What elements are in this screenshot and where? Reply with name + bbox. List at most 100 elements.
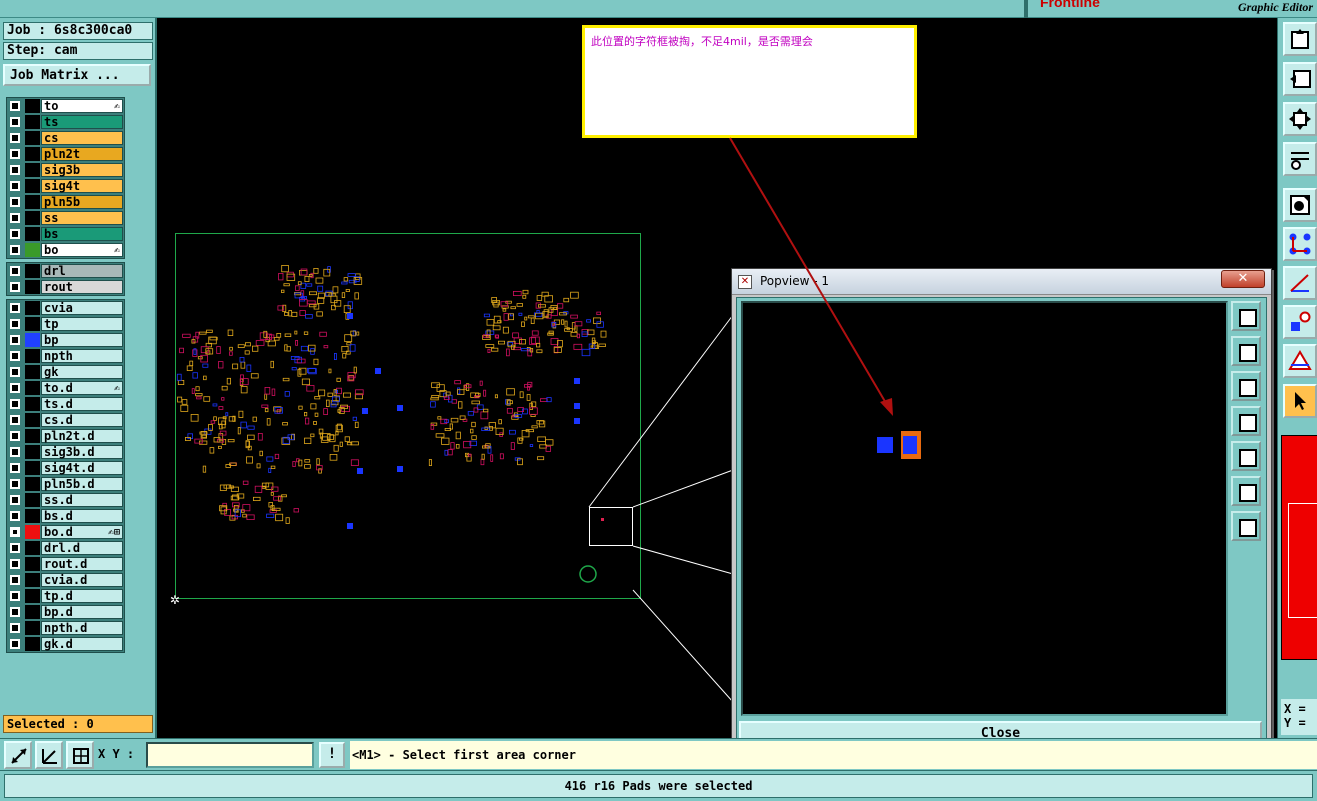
layer-checkbox[interactable]: [10, 197, 20, 207]
layer-name[interactable]: cs: [41, 131, 123, 145]
layer-name[interactable]: ss.d: [41, 493, 123, 507]
drc-check-icon[interactable]: [1283, 344, 1317, 378]
layer-checkbox[interactable]: [10, 149, 20, 159]
layer-name[interactable]: sig4t: [41, 179, 123, 193]
popview-zoom-out-icon[interactable]: [1231, 476, 1261, 506]
add-feature-icon[interactable]: [1283, 188, 1317, 222]
layer-color-swatch[interactable]: [25, 99, 40, 113]
layer-name[interactable]: bo.d ✍⊞: [41, 525, 123, 539]
layer-checkbox[interactable]: [10, 133, 20, 143]
layer-checkbox[interactable]: [10, 559, 20, 569]
layer-color-swatch[interactable]: [25, 264, 40, 278]
layer-color-swatch[interactable]: [25, 493, 40, 507]
pad-snap-icon[interactable]: [1283, 305, 1317, 339]
layer-checkbox[interactable]: [10, 527, 20, 537]
layer-color-swatch[interactable]: [25, 541, 40, 555]
layer-name[interactable]: bp: [41, 333, 123, 347]
layer-name[interactable]: tp: [41, 317, 123, 331]
popview-pan-up-icon[interactable]: [1231, 336, 1261, 366]
pan-up-icon[interactable]: [1283, 22, 1317, 56]
layer-checkbox[interactable]: [10, 282, 20, 292]
layer-color-swatch[interactable]: [25, 589, 40, 603]
layer-row[interactable]: bo.d ✍⊞: [7, 524, 124, 540]
layer-color-swatch[interactable]: [25, 637, 40, 651]
layer-checkbox[interactable]: [10, 383, 20, 393]
tools-palette-icon[interactable]: [1283, 142, 1317, 176]
layer-row[interactable]: rout: [7, 279, 124, 295]
layer-name[interactable]: ss: [41, 211, 123, 225]
layer-color-swatch[interactable]: [25, 317, 40, 331]
layer-row[interactable]: bp: [7, 332, 124, 348]
layer-row[interactable]: gk.d: [7, 636, 124, 652]
layer-checkbox[interactable]: [10, 415, 20, 425]
select-pointer-icon[interactable]: [1283, 384, 1317, 418]
layer-checkbox[interactable]: [10, 101, 20, 111]
layer-color-swatch[interactable]: [25, 280, 40, 294]
zoom-window-icon[interactable]: [4, 741, 32, 769]
layer-color-swatch[interactable]: [25, 115, 40, 129]
layer-color-swatch[interactable]: [25, 131, 40, 145]
layer-color-swatch[interactable]: [25, 429, 40, 443]
popview-pan-down-icon[interactable]: [1231, 371, 1261, 401]
layer-row[interactable]: pln5b.d: [7, 476, 124, 492]
layer-row[interactable]: pln2t: [7, 146, 124, 162]
layer-color-swatch[interactable]: [25, 621, 40, 635]
layer-name[interactable]: bo ✍: [41, 243, 123, 257]
layer-row[interactable]: to ✍: [7, 98, 124, 114]
layer-name[interactable]: ts: [41, 115, 123, 129]
layer-name[interactable]: sig3b.d: [41, 445, 123, 459]
layer-color-swatch[interactable]: [25, 525, 40, 539]
layer-row[interactable]: sig3b.d: [7, 444, 124, 460]
layer-color-swatch[interactable]: [25, 333, 40, 347]
layer-name[interactable]: drl.d: [41, 541, 123, 555]
layer-name[interactable]: pln2t.d: [41, 429, 123, 443]
layer-color-swatch[interactable]: [25, 397, 40, 411]
layer-name[interactable]: rout: [41, 280, 123, 294]
popview-pan-left-icon[interactable]: [1231, 406, 1261, 436]
layer-checkbox[interactable]: [10, 543, 20, 553]
layer-name[interactable]: rout.d: [41, 557, 123, 571]
overview-map[interactable]: [1281, 435, 1317, 660]
layer-color-swatch[interactable]: [25, 381, 40, 395]
layer-checkbox[interactable]: [10, 479, 20, 489]
layer-checkbox[interactable]: [10, 165, 20, 175]
popview-window[interactable]: ✕ Popview - 1 ✕ Close: [731, 268, 1272, 751]
popview-pan-right-icon[interactable]: [1231, 441, 1261, 471]
layer-color-swatch[interactable]: [25, 605, 40, 619]
layer-row[interactable]: npth: [7, 348, 124, 364]
layer-checkbox[interactable]: [10, 319, 20, 329]
layer-name[interactable]: npth.d: [41, 621, 123, 635]
net-connect-icon[interactable]: [1283, 227, 1317, 261]
layer-color-swatch[interactable]: [25, 573, 40, 587]
layer-checkbox[interactable]: [10, 245, 20, 255]
layer-checkbox[interactable]: [10, 495, 20, 505]
layer-name[interactable]: npth: [41, 349, 123, 363]
layer-checkbox[interactable]: [10, 431, 20, 441]
layer-row[interactable]: cvia: [7, 300, 124, 316]
layer-row[interactable]: tp.d: [7, 588, 124, 604]
layer-checkbox[interactable]: [10, 213, 20, 223]
layer-name[interactable]: bs.d: [41, 509, 123, 523]
layer-checkbox[interactable]: [10, 351, 20, 361]
layer-name[interactable]: bs: [41, 227, 123, 241]
layer-checkbox[interactable]: [10, 591, 20, 601]
layer-checkbox[interactable]: [10, 607, 20, 617]
layer-color-swatch[interactable]: [25, 477, 40, 491]
layer-color-swatch[interactable]: [25, 461, 40, 475]
layer-checkbox[interactable]: [10, 575, 20, 585]
layer-row[interactable]: sig4t: [7, 178, 124, 194]
layer-row[interactable]: pln2t.d: [7, 428, 124, 444]
layer-color-swatch[interactable]: [25, 147, 40, 161]
layer-name[interactable]: cs.d: [41, 413, 123, 427]
layer-color-swatch[interactable]: [25, 195, 40, 209]
pan-left-icon[interactable]: [1283, 62, 1317, 96]
layer-row[interactable]: drl.d: [7, 540, 124, 556]
layer-row[interactable]: ts: [7, 114, 124, 130]
layer-row[interactable]: rout.d: [7, 556, 124, 572]
layer-color-swatch[interactable]: [25, 365, 40, 379]
layer-checkbox[interactable]: [10, 303, 20, 313]
layer-name[interactable]: pln2t: [41, 147, 123, 161]
layer-row[interactable]: pln5b: [7, 194, 124, 210]
layer-checkbox[interactable]: [10, 511, 20, 521]
layer-checkbox[interactable]: [10, 399, 20, 409]
